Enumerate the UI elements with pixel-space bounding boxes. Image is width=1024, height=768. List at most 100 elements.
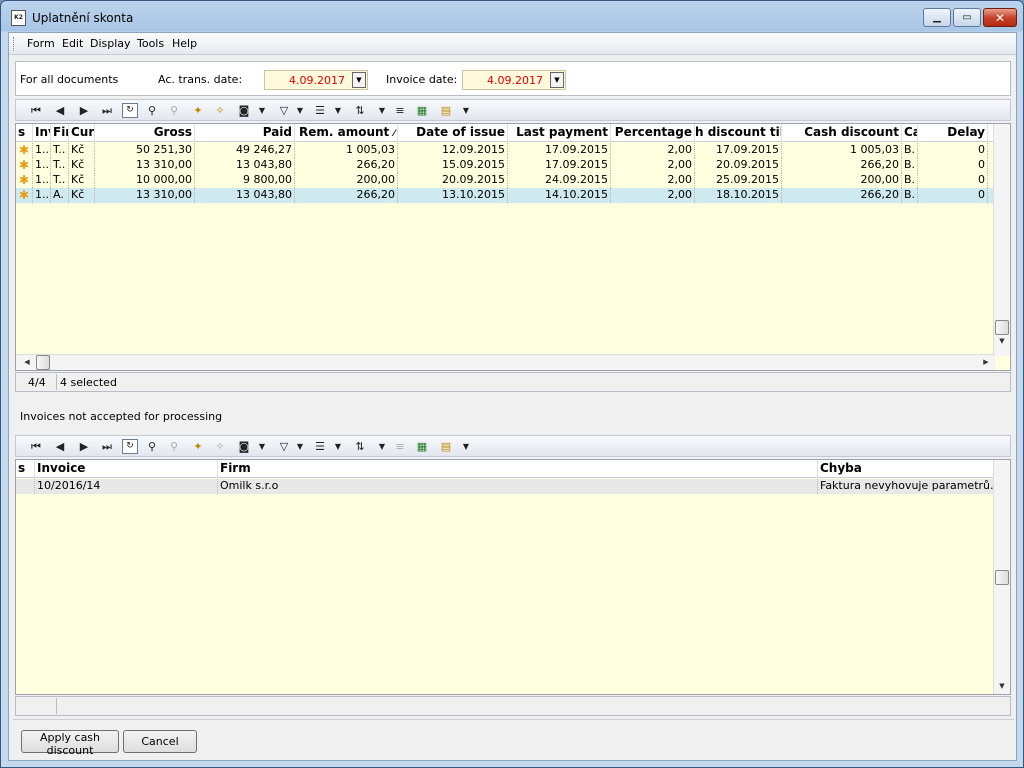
add-star-icon[interactable]: ✦ <box>190 439 206 454</box>
excel-icon[interactable]: ▦ <box>414 103 430 118</box>
col-rem-amount[interactable]: Rem. amount ⁄ <box>295 124 398 142</box>
grid-vertical-scrollbar[interactable]: ▼ <box>993 124 1010 356</box>
sort-dropdown-icon[interactable]: ▼ <box>378 439 386 454</box>
select-list-icon[interactable]: ☰ <box>312 103 328 118</box>
select-list-icon[interactable]: ☰ <box>312 439 328 454</box>
menu-display[interactable]: Display <box>90 37 131 50</box>
next-record-icon[interactable]: ▶ <box>76 439 92 454</box>
camera-icon[interactable]: ◙ <box>236 439 252 454</box>
scroll-thumb[interactable] <box>995 570 1009 585</box>
minimize-button[interactable]: ▁ <box>923 8 951 27</box>
col-s[interactable]: s <box>16 460 35 478</box>
menu-help[interactable]: Help <box>172 37 197 50</box>
col-invoice[interactable]: Invoice <box>35 460 218 478</box>
scroll-down-icon[interactable]: ▼ <box>994 682 1010 690</box>
table-cell: 13 043,80 <box>195 158 295 173</box>
scroll-down-icon[interactable]: ▼ <box>994 337 1010 345</box>
sort-indicator-icon: ⁄ <box>393 129 395 139</box>
maximize-button[interactable]: ▭ <box>953 8 981 27</box>
menu-edit[interactable]: Edit <box>62 37 83 50</box>
chevron-down-icon: ▼ <box>356 76 362 84</box>
col-s[interactable]: s <box>16 124 33 142</box>
table-row[interactable]: ✱ 1.. T.. Kč 50 251,30 49 246,27 1 005,03 12.09… <box>16 143 995 158</box>
prev-record-icon[interactable]: ◀ <box>52 103 68 118</box>
binoculars-icon[interactable]: ⚲ <box>144 439 160 454</box>
table-cell: 10/2016/14 <box>35 479 218 494</box>
minimize-icon: ▁ <box>933 12 941 23</box>
select-dropdown-icon[interactable]: ▼ <box>334 439 342 454</box>
filter-icon[interactable]: ▽ <box>276 103 292 118</box>
col-chyba[interactable]: Chyba <box>818 460 995 478</box>
refresh-icon[interactable]: ↻ <box>122 439 138 454</box>
ac-date-dropdown[interactable]: ▼ <box>352 72 366 88</box>
camera-dropdown-icon[interactable]: ▼ <box>258 439 266 454</box>
toolbar-top: ⏮ ◀ ▶ ⏭ ↻ ⚲ ⚲ ✦ ✧ ◙ ▼ ▽ ▼ ☰ ▼ ⇅ ▼ ≡ ▦ ▤ … <box>15 99 1011 121</box>
first-record-icon[interactable]: ⏮ <box>28 103 44 118</box>
scroll-right-icon[interactable]: ▶ <box>978 358 994 366</box>
table-row[interactable]: 10/2016/14 Omilk s.r.o Faktura nevyhovuje … <box>16 479 995 494</box>
grid-horizontal-scrollbar[interactable]: ◀ ▶ <box>16 354 995 370</box>
select-dropdown-icon[interactable]: ▼ <box>334 103 342 118</box>
table-cell: 14.10.2015 <box>508 188 611 203</box>
first-record-icon[interactable]: ⏮ <box>28 439 44 454</box>
refresh-icon[interactable]: ↻ <box>122 103 138 118</box>
col-delay[interactable]: Delay <box>918 124 988 142</box>
col-currency[interactable]: Curr <box>69 124 95 142</box>
table-cell: 266,20 <box>782 158 902 173</box>
table-row[interactable]: ✱ 1.. A. Kč 13 310,00 13 043,80 266,20 13.10.20… <box>16 188 995 203</box>
col-date-issue[interactable]: Date of issue <box>398 124 508 142</box>
remove-star-icon[interactable]: ✧ <box>212 439 228 454</box>
col-discount-till[interactable]: h discount till <box>695 124 782 142</box>
find-next-icon[interactable]: ⚲ <box>166 439 182 454</box>
col-gross[interactable]: Gross <box>95 124 195 142</box>
col-last-payment[interactable]: Last payment <box>508 124 611 142</box>
h-scroll-thumb[interactable] <box>36 355 50 370</box>
col-firm[interactable]: Firm <box>218 460 818 478</box>
add-star-icon[interactable]: ✦ <box>190 103 206 118</box>
sort-icon[interactable]: ⇅ <box>352 439 368 454</box>
cancel-button[interactable]: Cancel <box>123 730 197 753</box>
col-ca[interactable]: Ca <box>902 124 918 142</box>
menu-form[interactable]: Form <box>27 37 55 50</box>
close-button[interactable]: ✕ <box>983 8 1017 27</box>
remove-star-icon[interactable]: ✧ <box>212 103 228 118</box>
col-cash-discount[interactable]: Cash discount <box>782 124 902 142</box>
col-firm[interactable]: Fir <box>51 124 69 142</box>
camera-dropdown-icon[interactable]: ▼ <box>258 103 266 118</box>
next-record-icon[interactable]: ▶ <box>76 103 92 118</box>
filter-dropdown-icon[interactable]: ▼ <box>296 439 304 454</box>
last-record-icon[interactable]: ⏭ <box>99 439 115 454</box>
sort-icon[interactable]: ⇅ <box>352 103 368 118</box>
col-invoice[interactable]: Inv <box>33 124 51 142</box>
menu-tools[interactable]: Tools <box>137 37 164 50</box>
filter-panel: For all documents Ac. trans. date: 4.09.… <box>15 61 1011 96</box>
scroll-thumb[interactable] <box>995 320 1009 335</box>
table-row[interactable]: ✱ 1.. T.. Kč 10 000,00 9 800,00 200,00 20.09.20… <box>16 173 995 188</box>
inv-date-dropdown[interactable]: ▼ <box>550 72 564 88</box>
columns-icon[interactable]: ≡ <box>392 103 408 118</box>
report-dropdown-icon[interactable]: ▼ <box>462 103 470 118</box>
report-icon[interactable]: ▤ <box>438 439 454 454</box>
title-bar[interactable]: K2 Uplatnění skonta ▁ ▭ ✕ <box>1 1 1023 33</box>
scroll-left-icon[interactable]: ◀ <box>19 358 35 366</box>
filter-icon[interactable]: ▽ <box>276 439 292 454</box>
filter-dropdown-icon[interactable]: ▼ <box>296 103 304 118</box>
col-percentage[interactable]: Percentage <box>611 124 695 142</box>
table-cell: 2,00 <box>611 143 695 158</box>
prev-record-icon[interactable]: ◀ <box>52 439 68 454</box>
last-record-icon[interactable]: ⏭ <box>99 103 115 118</box>
divider <box>13 719 1014 720</box>
sort-dropdown-icon[interactable]: ▼ <box>378 103 386 118</box>
report-icon[interactable]: ▤ <box>438 103 454 118</box>
report-dropdown-icon[interactable]: ▼ <box>462 439 470 454</box>
col-paid[interactable]: Paid <box>195 124 295 142</box>
table-cell: 2,00 <box>611 173 695 188</box>
excel-icon[interactable]: ▦ <box>414 439 430 454</box>
binoculars-icon[interactable]: ⚲ <box>144 103 160 118</box>
columns-icon[interactable]: ≡ <box>392 439 408 454</box>
apply-cash-discount-button[interactable]: Apply cash discount <box>21 730 119 757</box>
table-row[interactable]: ✱ 1.. T.. Kč 13 310,00 13 043,80 266,20 15.09.2… <box>16 158 995 173</box>
grid2-vertical-scrollbar[interactable]: ▼ <box>993 460 1010 694</box>
camera-icon[interactable]: ◙ <box>236 103 252 118</box>
find-next-icon[interactable]: ⚲ <box>166 103 182 118</box>
